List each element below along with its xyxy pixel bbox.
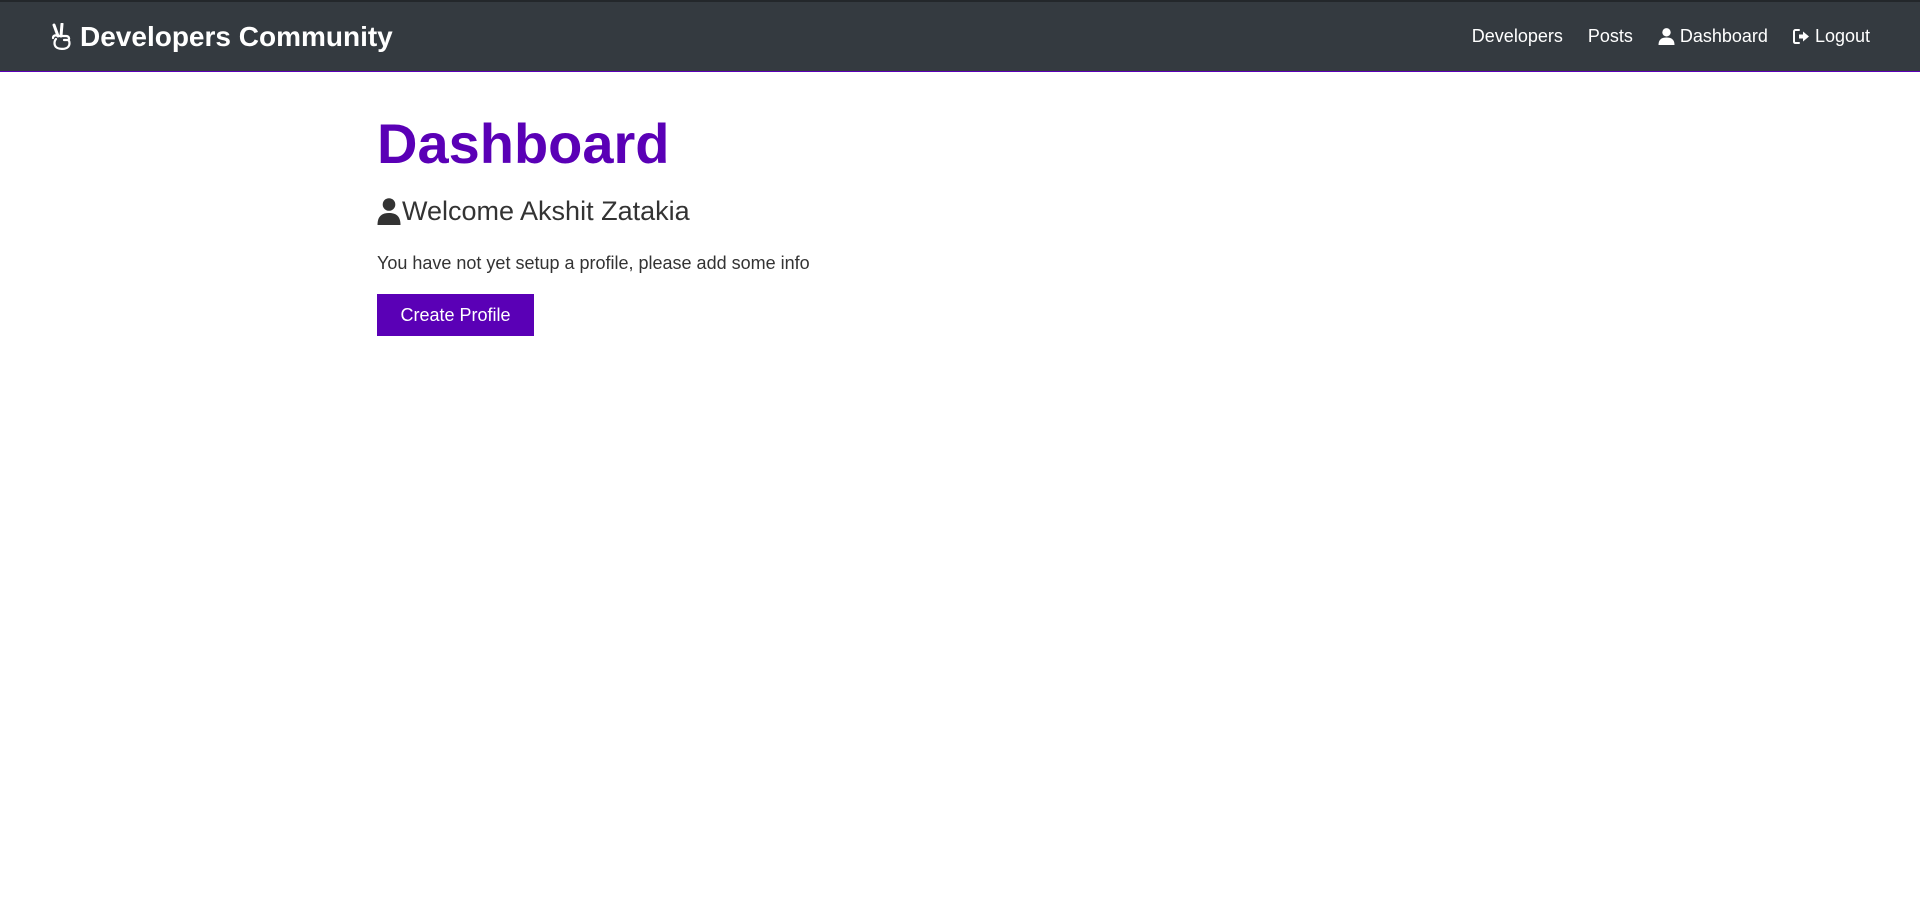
nav-developers-label: Developers [1471,26,1563,46]
create-profile-button[interactable]: Create Profile [377,294,534,336]
welcome-text: Welcome Akshit Zatakia [402,196,690,226]
nav-links: Developers Posts Dashboard Logout [1472,26,1872,47]
brand-link[interactable]: Developers Community [48,21,393,53]
main-content: Dashboard Welcome Akshit Zatakia You hav… [377,72,1543,336]
brand-title: Developers Community [80,20,393,52]
page-title: Dashboard [377,112,670,175]
nav-posts[interactable]: Posts [1588,26,1633,47]
user-icon [1658,28,1675,45]
nav-logout[interactable]: Logout [1792,26,1870,47]
sign-out-icon [1792,28,1810,45]
nav-developers[interactable]: Developers [1472,26,1563,47]
nav-dashboard[interactable]: Dashboard [1658,26,1768,47]
user-icon [377,197,401,225]
nav-posts-label: Posts [1587,26,1633,46]
peace-hand-icon [48,22,74,51]
navbar: Developers Community Developers Posts Da… [0,0,1920,72]
nav-logout-label: Logout [1814,26,1870,46]
nav-dashboard-label: Dashboard [1679,26,1768,46]
no-profile-info: You have not yet setup a profile, please… [377,253,810,273]
welcome-message: Welcome Akshit Zatakia [377,194,1543,228]
